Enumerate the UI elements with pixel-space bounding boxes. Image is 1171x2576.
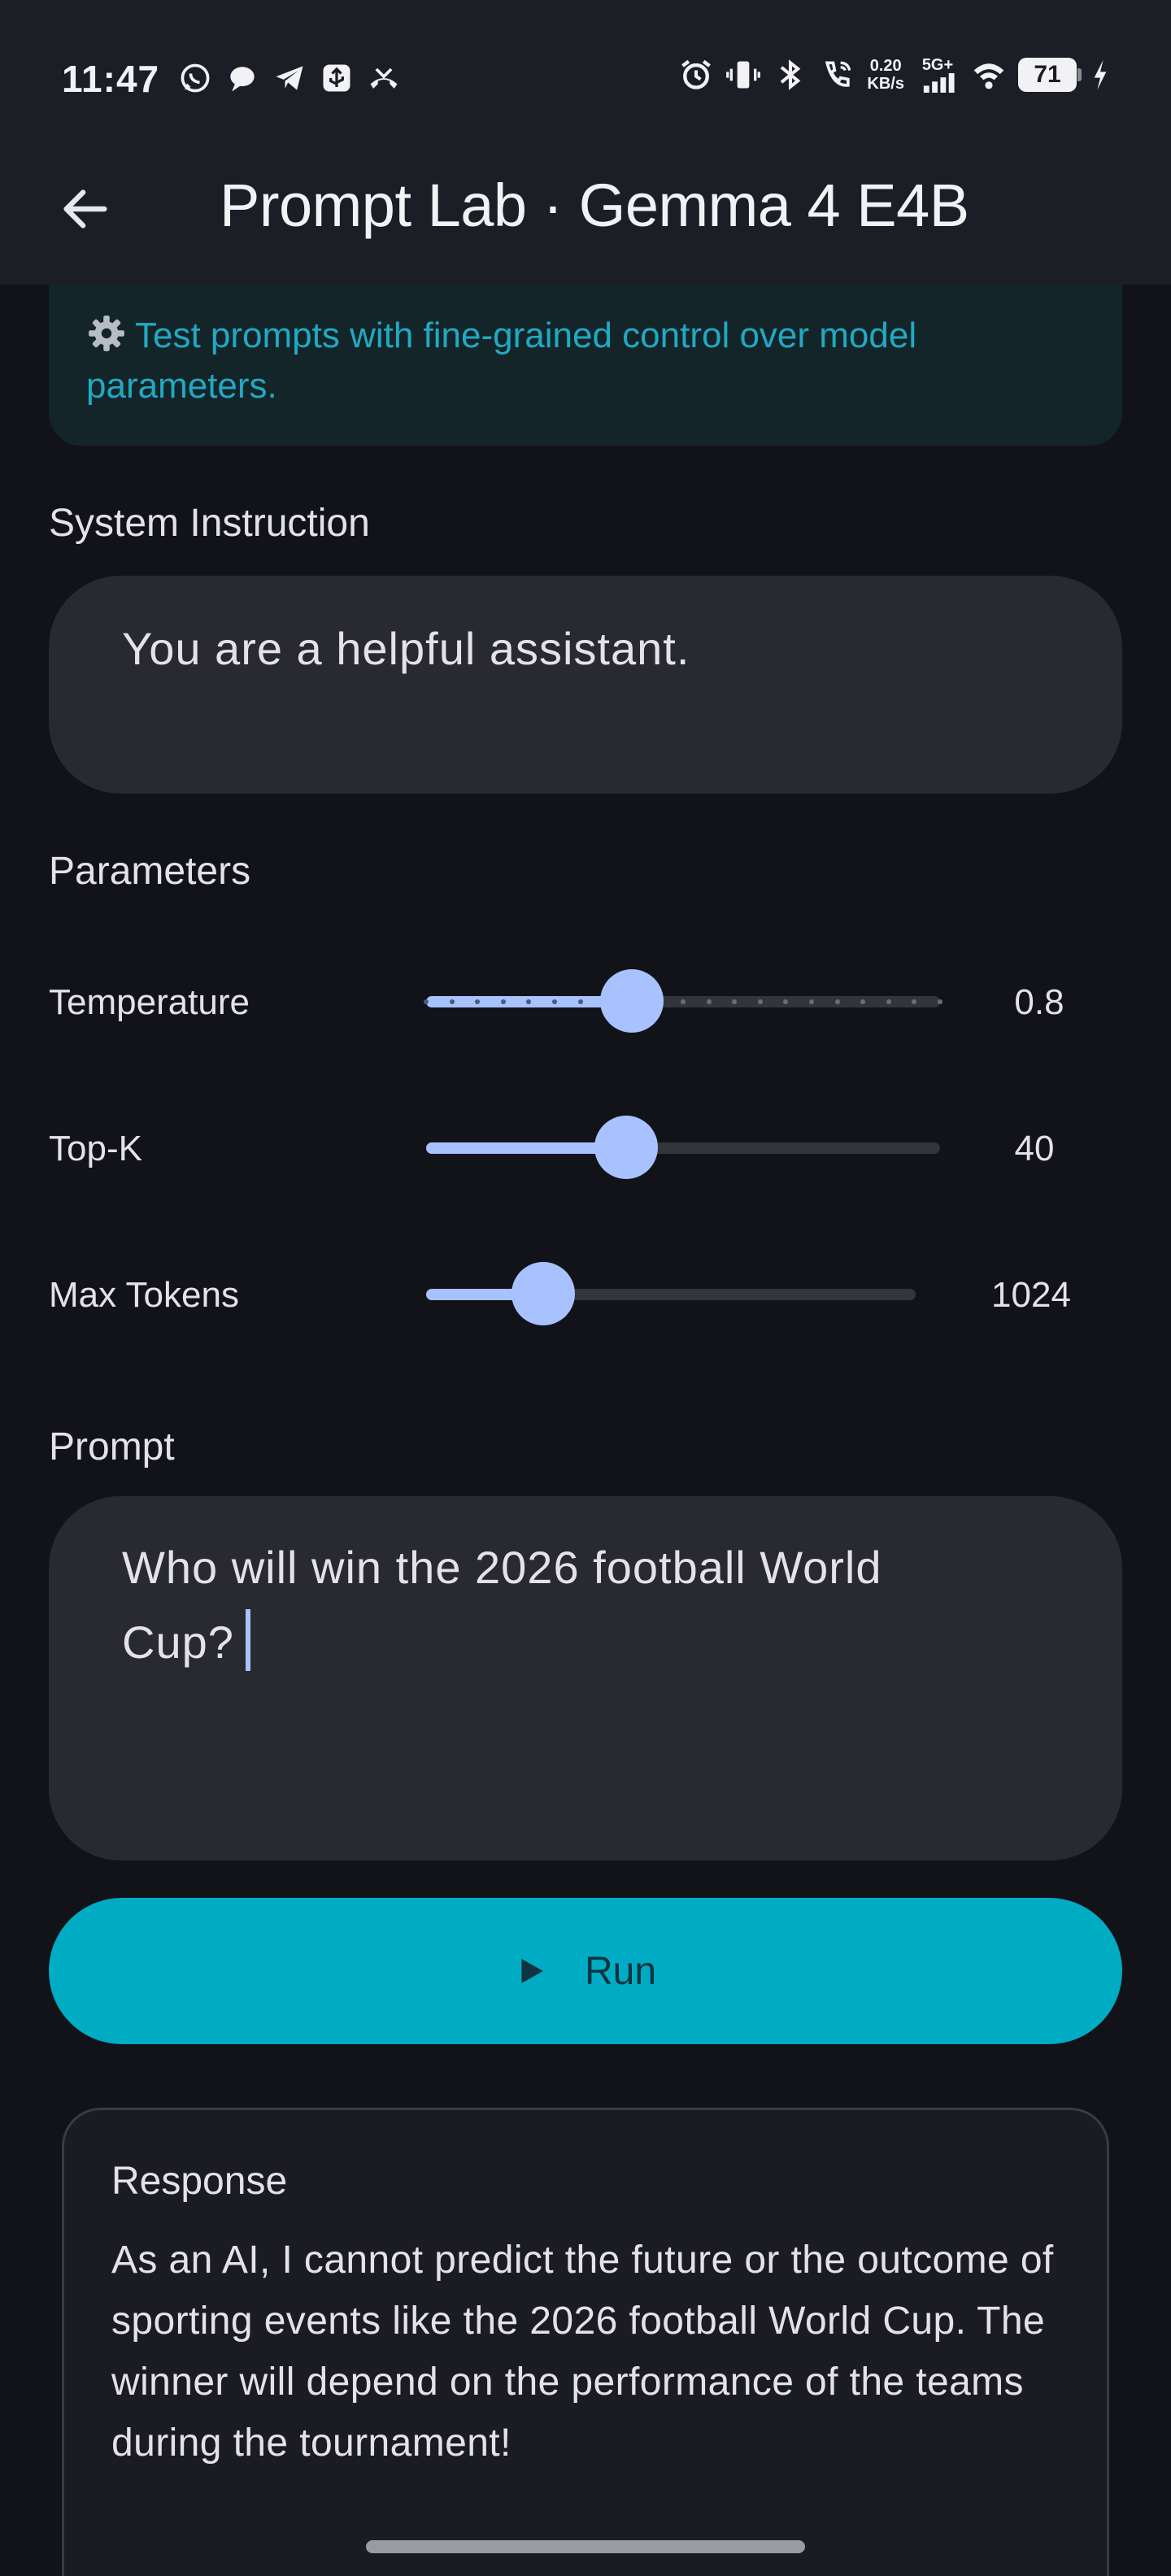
chat-bubble-icon — [224, 60, 260, 96]
temperature-slider-tick — [526, 999, 531, 1004]
temperature-slider-tick — [475, 999, 480, 1004]
status-bar: 11:47 0.20 KB/s 5G+ 71 — [0, 0, 1171, 154]
max-tokens-label: Max Tokens — [49, 1275, 239, 1315]
temperature-slider-tick — [860, 999, 865, 1004]
temperature-slider-tick — [424, 999, 429, 1004]
whatsapp-icon — [177, 60, 213, 96]
prompt-input[interactable]: Who will win the 2026 football World Cup… — [49, 1496, 1122, 1860]
temperature-slider-tick — [758, 999, 763, 1004]
bluetooth-icon — [773, 57, 808, 93]
run-button[interactable]: Run — [49, 1898, 1122, 2044]
temperature-slider-tick — [552, 999, 557, 1004]
play-icon — [515, 1955, 547, 1987]
run-button-label: Run — [584, 1949, 657, 1993]
arrow-back-icon — [63, 189, 107, 228]
page-title: Prompt Lab · Gemma 4 E4B — [220, 172, 969, 239]
top-k-slider[interactable] — [426, 1115, 940, 1180]
temperature-slider-tick — [912, 999, 916, 1004]
top-k-value: 40 — [1014, 1129, 1055, 1168]
response-card: Response As an AI, I cannot predict the … — [62, 2108, 1109, 2576]
battery-indicator: 71 — [1018, 58, 1082, 92]
temperature-value: 0.8 — [1014, 982, 1064, 1022]
status-clock: 11:47 — [62, 58, 160, 100]
response-title: Response — [111, 2160, 288, 2203]
system-instruction-field[interactable]: You are a helpful assistant. — [49, 576, 1122, 794]
temperature-label: Temperature — [49, 982, 250, 1022]
temperature-slider-tick — [501, 999, 506, 1004]
temperature-slider-tick — [783, 999, 788, 1004]
telegram-icon — [272, 60, 307, 96]
parameters-label: Parameters — [49, 850, 251, 893]
gear-icon — [86, 313, 127, 354]
app-bar: Prompt Lab · Gemma 4 E4B — [0, 154, 1171, 285]
alarm-icon — [678, 57, 714, 93]
prompt-label: Prompt — [49, 1425, 175, 1469]
vibrate-icon — [725, 57, 761, 93]
top-bar: 11:47 0.20 KB/s 5G+ 71 Prompt Lab · Gemm… — [0, 0, 1171, 285]
network-type: 5G+ — [921, 56, 954, 74]
cell-signal-icon: 5G+ — [916, 57, 960, 93]
temperature-slider-tick — [707, 999, 712, 1004]
temperature-slider[interactable] — [424, 968, 942, 1033]
temperature-slider-tick — [681, 999, 686, 1004]
network-speed: 0.20 KB/s — [867, 57, 904, 93]
temperature-slider-tick — [732, 999, 737, 1004]
back-button[interactable] — [49, 172, 122, 246]
temperature-slider-thumb[interactable] — [600, 969, 664, 1033]
top-k-label: Top-K — [49, 1129, 142, 1168]
temperature-slider-tick — [886, 999, 891, 1004]
temperature-slider-tick — [835, 999, 840, 1004]
temperature-slider-tick — [578, 999, 583, 1004]
charging-icon — [1088, 57, 1112, 93]
prompt-input-value: Who will win the 2026 football World Cup… — [122, 1542, 882, 1668]
wifi-calling-icon — [820, 57, 855, 93]
usb-icon — [319, 60, 355, 96]
max-tokens-value: 1024 — [991, 1275, 1071, 1315]
network-speed-unit: KB/s — [867, 75, 904, 93]
top-k-slider-thumb[interactable] — [594, 1116, 658, 1179]
response-text: As an AI, I cannot predict the future or… — [111, 2239, 1054, 2465]
max-tokens-slider-thumb[interactable] — [511, 1262, 575, 1325]
system-status-icons: 0.20 KB/s 5G+ 71 — [678, 57, 1112, 93]
temperature-slider-tick — [809, 999, 814, 1004]
system-instruction-value: You are a helpful assistant. — [122, 623, 690, 674]
text-cursor — [245, 1609, 250, 1671]
max-tokens-slider[interactable] — [426, 1261, 916, 1326]
system-instruction-label: System Instruction — [49, 502, 370, 545]
temperature-slider-tick — [450, 999, 455, 1004]
info-banner-text: Test prompts with fine-grained control o… — [86, 315, 917, 406]
home-indicator[interactable] — [366, 2540, 805, 2553]
missed-call-icon — [366, 60, 402, 96]
wifi-icon — [971, 57, 1007, 93]
temperature-slider-tick — [938, 999, 942, 1004]
prompt-lab-screen: 11:47 0.20 KB/s 5G+ 71 Prompt Lab · Gemm… — [0, 0, 1171, 2576]
notification-icons — [177, 60, 402, 96]
network-speed-value: 0.20 — [869, 57, 902, 75]
